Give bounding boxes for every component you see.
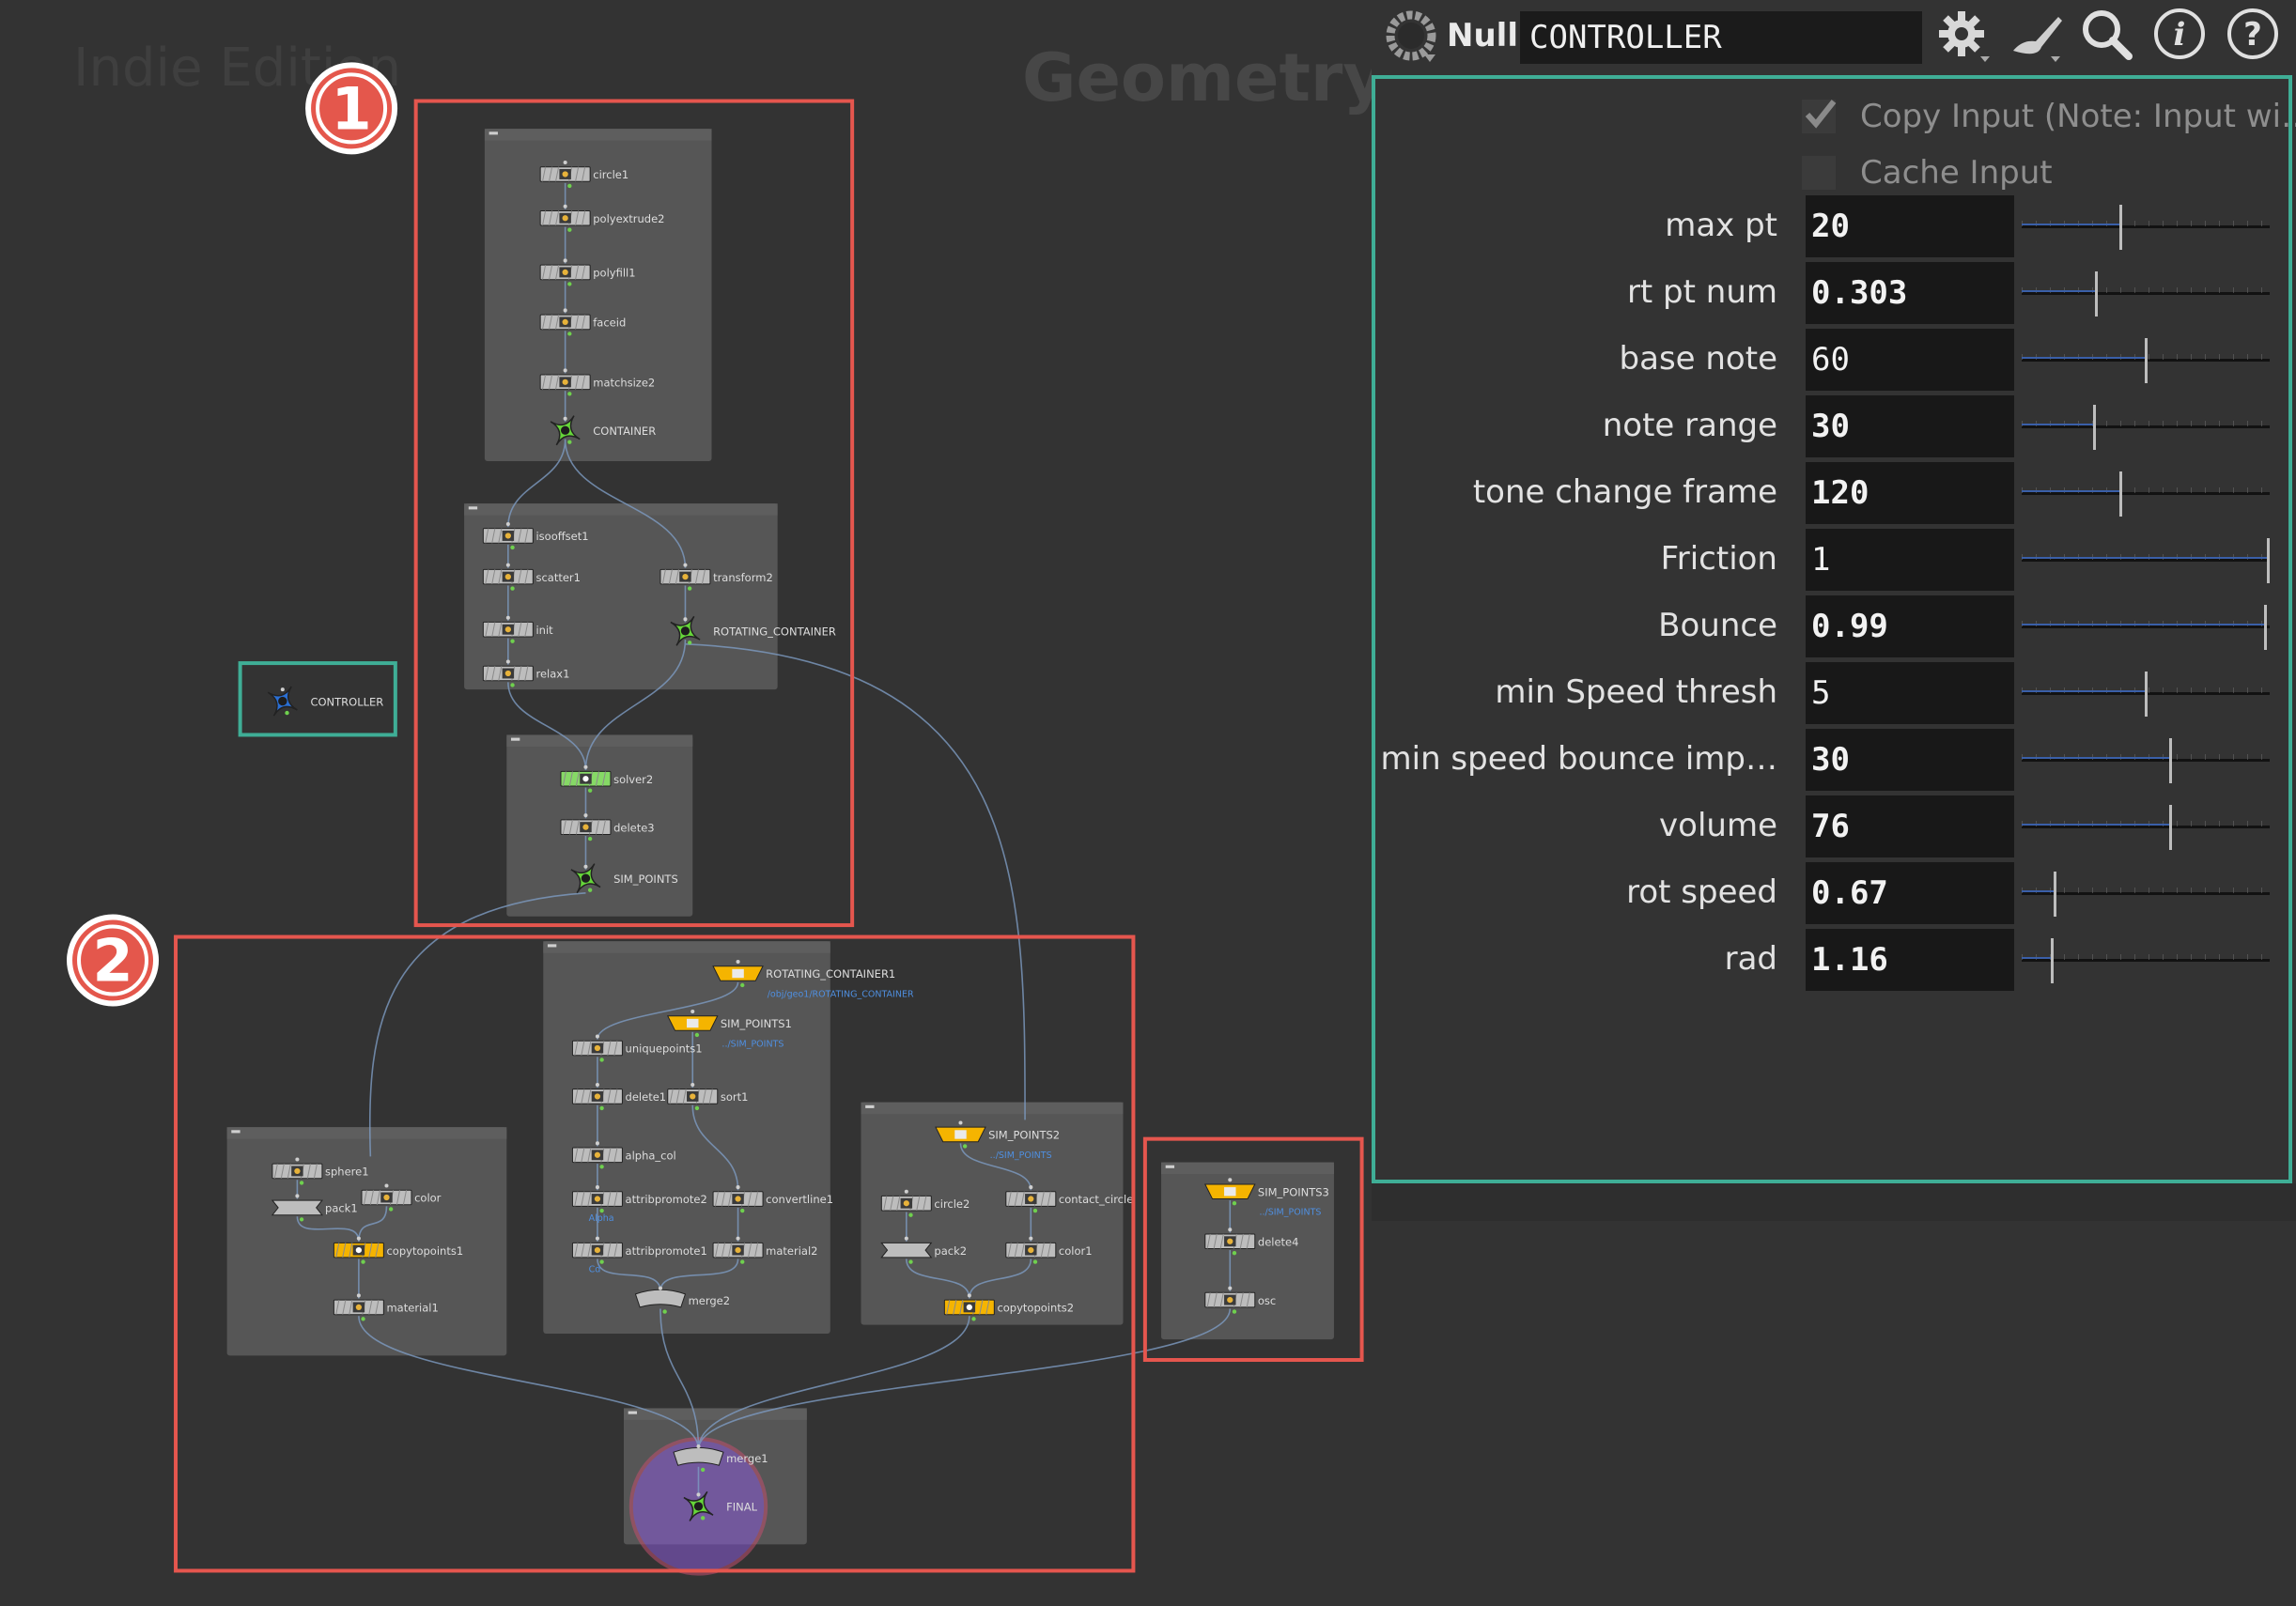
node-label: circle1 [593,168,628,181]
node-label: sphere1 [325,1166,369,1179]
merge-icon [634,1289,687,1308]
node-label: SIM_POINTS3 [1258,1185,1329,1198]
node-label: CONTROLLER [310,695,383,708]
parameter-panel: Null CONTROLLER i ? Copy Input (Note: In… [1372,0,2296,1221]
node-label: matchsize2 [593,376,655,389]
node-label: init [535,624,553,637]
svg-text:i: i [2174,16,2186,54]
callout-badge-2: 2 [67,914,160,1007]
node-label: transform2 [713,571,773,584]
pack-icon [880,1242,933,1259]
collapse-icon[interactable] [231,1130,240,1134]
node-path-label: /obj/geo1/ROTATING_CONTAINER [768,989,914,999]
node-label: color [414,1192,442,1205]
node-label: osc [1258,1294,1276,1307]
node-label: material1 [386,1302,438,1315]
node-sub-label: Alpha [589,1213,614,1224]
node-label: delete4 [1258,1235,1299,1248]
node-label: copytopoints1 [386,1244,463,1258]
collapse-icon[interactable] [1165,1165,1175,1168]
node-label: FINAL [726,1501,757,1514]
node-label: alpha_col [626,1149,676,1162]
collapse-icon[interactable] [510,737,520,741]
node-path-label: ../SIM_POINTS [1259,1208,1321,1218]
node-controller-node[interactable]: CONTROLLER [267,686,383,717]
svg-text:?: ? [2243,16,2262,54]
network-box[interactable] [226,1127,507,1356]
collapse-icon[interactable] [468,506,478,510]
node-label: attribpromote2 [626,1193,707,1206]
node-label: merge1 [726,1452,768,1465]
node-label: scatter1 [535,571,581,584]
collapse-icon[interactable] [547,944,557,948]
node-label: copytopoints2 [997,1302,1074,1315]
node-label: material2 [766,1244,817,1258]
node-label: color1 [1059,1244,1093,1258]
network-box[interactable] [543,941,830,1334]
callout-number: 1 [332,74,372,143]
node-label: uniquepoints1 [626,1042,703,1056]
node-sub-label: Cd [589,1264,601,1274]
node-label: faceid [593,317,626,330]
help-icon[interactable]: ? [2225,6,2281,62]
panel-header: Null CONTROLLER i ? [1372,0,2296,75]
merge-icon [673,1447,724,1466]
node-label: isooffset1 [535,530,588,543]
pack-icon [271,1199,323,1216]
node-type-icon[interactable] [1383,8,1443,68]
search-icon[interactable] [2078,6,2134,62]
node-label: polyfill1 [593,267,635,280]
brush-icon[interactable] [2006,6,2062,62]
gear-icon[interactable] [1935,6,1992,62]
node-label: attribpromote1 [626,1244,707,1258]
node-type-label: Null [1447,17,1518,54]
callout-badge-1: 1 [305,62,398,155]
network-canvas[interactable]: circle1 polyextrude2 polyfill1 faceid matchs… [0,0,1372,1606]
node-label: pack1 [325,1202,358,1215]
node-path-label: ../SIM_POINTS [721,1039,783,1049]
collapse-icon[interactable] [865,1104,875,1108]
node-label: solver2 [613,773,653,786]
node-label: pack2 [934,1244,967,1258]
node-label: SIM_POINTS1 [721,1017,792,1030]
node-label: circle2 [934,1197,970,1211]
node-label: merge2 [689,1294,731,1307]
callout-number: 2 [92,926,132,995]
highlight-frame-parameters [1372,75,2292,1183]
info-icon[interactable]: i [2151,6,2208,62]
node-label: SIM_POINTS2 [988,1129,1060,1142]
node-label: relax1 [535,668,569,681]
node-label: delete3 [613,821,655,834]
node-label: ROTATING_CONTAINER1 [766,967,895,981]
collapse-icon[interactable] [489,131,498,135]
node-path-label: ../SIM_POINTS [990,1150,1052,1161]
node-label: delete1 [626,1090,667,1104]
node-label: SIM_POINTS [613,872,678,886]
node-label: ROTATING_CONTAINER [713,625,836,638]
node-name-field[interactable]: CONTROLLER [1520,11,1922,64]
node-label: contact_circle [1059,1193,1133,1206]
node-label: sort1 [721,1090,749,1104]
node-label: convertline1 [766,1193,833,1206]
node-label: polyextrude2 [593,212,664,225]
network-editor[interactable]: Indie Edition Geometry circle1 polyextrud… [0,0,1386,1606]
collapse-icon[interactable] [628,1411,638,1414]
node-label: CONTAINER [593,425,656,438]
